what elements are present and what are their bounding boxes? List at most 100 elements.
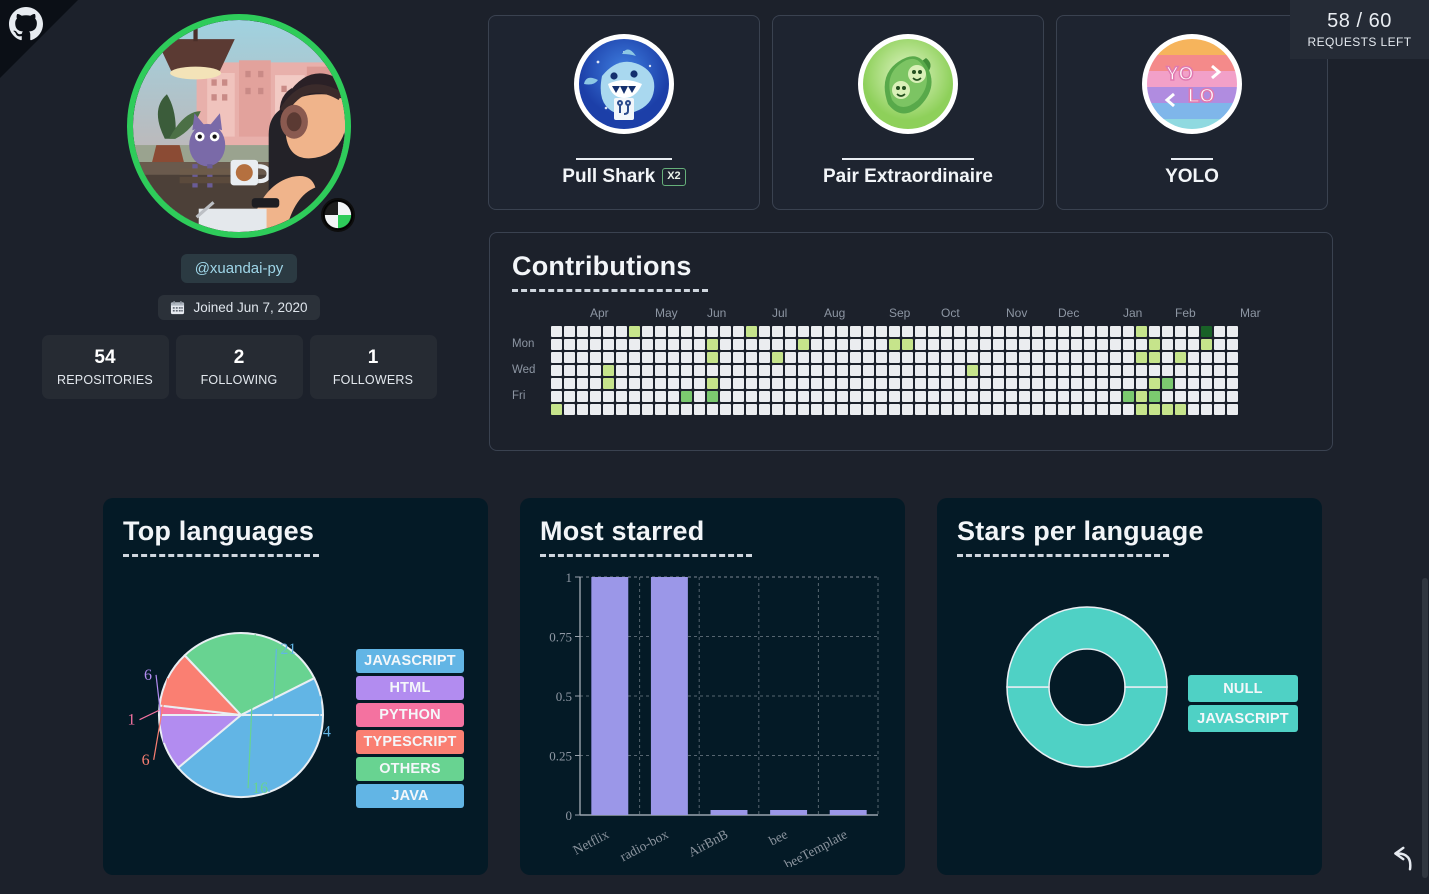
heatmap-cell[interactable] <box>1019 378 1030 389</box>
heatmap-cell[interactable] <box>746 391 757 402</box>
heatmap-cell[interactable] <box>1097 378 1108 389</box>
most-starred-bar-chart[interactable]: 0 0.25 0.5 0.75 1 Netflix radio-box AirBnB beebe… <box>534 567 894 867</box>
heatmap-cell[interactable] <box>590 365 601 376</box>
heatmap-cell[interactable] <box>954 352 965 363</box>
badge-card-yolo[interactable]: YO LO YOLO <box>1056 15 1328 210</box>
stat-card-followers[interactable]: 1 FOLLOWERS <box>309 335 437 399</box>
username-pill[interactable]: @xuandai-py <box>180 254 298 283</box>
heatmap-cell[interactable] <box>1058 352 1069 363</box>
heatmap-cell[interactable] <box>1006 326 1017 337</box>
heatmap-cell[interactable] <box>993 339 1004 350</box>
heatmap-cell[interactable] <box>707 404 718 415</box>
heatmap-cell[interactable] <box>772 326 783 337</box>
heatmap-cell[interactable] <box>928 391 939 402</box>
heatmap-cell[interactable] <box>1188 326 1199 337</box>
heatmap-cell[interactable] <box>980 404 991 415</box>
heatmap-cell[interactable] <box>1162 378 1173 389</box>
heatmap-cell[interactable] <box>720 352 731 363</box>
heatmap-cell[interactable] <box>889 378 900 389</box>
heatmap-cell[interactable] <box>1214 326 1225 337</box>
heatmap-cell[interactable] <box>798 352 809 363</box>
heatmap-cell[interactable] <box>564 378 575 389</box>
heatmap-cell[interactable] <box>603 378 614 389</box>
heatmap-cell[interactable] <box>1019 352 1030 363</box>
heatmap-cell[interactable] <box>1201 352 1212 363</box>
heatmap-cell[interactable] <box>954 326 965 337</box>
heatmap-cell[interactable] <box>785 404 796 415</box>
heatmap-cell[interactable] <box>1032 352 1043 363</box>
heatmap-cell[interactable] <box>733 326 744 337</box>
heatmap-cell[interactable] <box>1188 378 1199 389</box>
languages-pie-chart[interactable]: 21616164 <box>119 587 369 847</box>
heatmap-cell[interactable] <box>824 339 835 350</box>
heatmap-cell[interactable] <box>1123 365 1134 376</box>
heatmap-cell[interactable] <box>902 378 913 389</box>
heatmap-cell[interactable] <box>1084 326 1095 337</box>
heatmap-cell[interactable] <box>980 365 991 376</box>
heatmap-cell[interactable] <box>967 339 978 350</box>
heatmap-cell[interactable] <box>1058 378 1069 389</box>
heatmap-cell[interactable] <box>1188 404 1199 415</box>
heatmap-cell[interactable] <box>772 378 783 389</box>
heatmap-cell[interactable] <box>1149 326 1160 337</box>
heatmap-cell[interactable] <box>1110 339 1121 350</box>
heatmap-cell[interactable] <box>811 378 822 389</box>
heatmap-cell[interactable] <box>681 391 692 402</box>
heatmap-cell[interactable] <box>1058 391 1069 402</box>
heatmap-cell[interactable] <box>850 391 861 402</box>
heatmap-cell[interactable] <box>889 352 900 363</box>
heatmap-cell[interactable] <box>1097 404 1108 415</box>
heatmap-cell[interactable] <box>1097 352 1108 363</box>
heatmap-cell[interactable] <box>668 326 679 337</box>
heatmap-cell[interactable] <box>1110 391 1121 402</box>
heatmap-cell[interactable] <box>1162 404 1173 415</box>
heatmap-cell[interactable] <box>1058 404 1069 415</box>
heatmap-cell[interactable] <box>1084 339 1095 350</box>
heatmap-cell[interactable] <box>1045 339 1056 350</box>
heatmap-cell[interactable] <box>1045 404 1056 415</box>
heatmap-cell[interactable] <box>954 391 965 402</box>
heatmap-cell[interactable] <box>694 365 705 376</box>
heatmap-cell[interactable] <box>1227 326 1238 337</box>
heatmap-cell[interactable] <box>1214 339 1225 350</box>
heatmap-cell[interactable] <box>915 339 926 350</box>
heatmap-cell[interactable] <box>655 339 666 350</box>
heatmap-cell[interactable] <box>1123 352 1134 363</box>
heatmap-cell[interactable] <box>1162 352 1173 363</box>
heatmap-cell[interactable] <box>746 404 757 415</box>
heatmap-cell[interactable] <box>1214 352 1225 363</box>
heatmap-cell[interactable] <box>915 391 926 402</box>
heatmap-cell[interactable] <box>915 365 926 376</box>
heatmap-cell[interactable] <box>1149 378 1160 389</box>
heatmap-cell[interactable] <box>1006 339 1017 350</box>
heatmap-cell[interactable] <box>1123 326 1134 337</box>
heatmap-cell[interactable] <box>694 339 705 350</box>
heatmap-cell[interactable] <box>694 326 705 337</box>
heatmap-cell[interactable] <box>928 352 939 363</box>
heatmap-cell[interactable] <box>837 365 848 376</box>
heatmap-cell[interactable] <box>720 365 731 376</box>
heatmap-cell[interactable] <box>577 352 588 363</box>
legend-item-javascript[interactable]: JAVASCRIPT <box>1188 705 1298 732</box>
heatmap-cell[interactable] <box>759 365 770 376</box>
heatmap-cell[interactable] <box>1019 339 1030 350</box>
heatmap-cell[interactable] <box>655 326 666 337</box>
heatmap-cell[interactable] <box>902 352 913 363</box>
heatmap-cell[interactable] <box>707 339 718 350</box>
heatmap-cell[interactable] <box>1123 404 1134 415</box>
heatmap-cell[interactable] <box>941 339 952 350</box>
heatmap-cell[interactable] <box>551 404 562 415</box>
heatmap-cell[interactable] <box>1162 326 1173 337</box>
heatmap-cell[interactable] <box>1006 404 1017 415</box>
heatmap-cell[interactable] <box>590 326 601 337</box>
heatmap-cell[interactable] <box>1110 365 1121 376</box>
heatmap-cell[interactable] <box>993 365 1004 376</box>
heatmap-cell[interactable] <box>616 391 627 402</box>
heatmap-cell[interactable] <box>707 365 718 376</box>
heatmap-cell[interactable] <box>1201 391 1212 402</box>
heatmap-cell[interactable] <box>668 404 679 415</box>
heatmap-cell[interactable] <box>681 339 692 350</box>
heatmap-cell[interactable] <box>681 378 692 389</box>
heatmap-cell[interactable] <box>603 391 614 402</box>
heatmap-cell[interactable] <box>863 365 874 376</box>
